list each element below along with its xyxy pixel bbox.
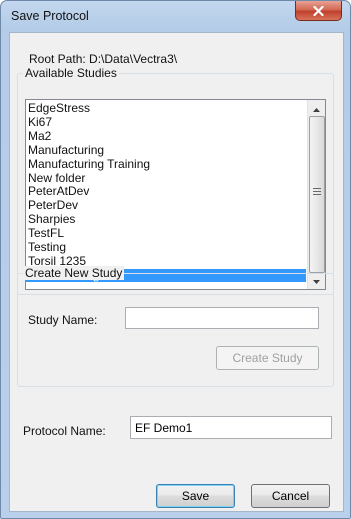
scrollbar-thumb[interactable] xyxy=(309,116,325,273)
available-studies-legend: Available Studies xyxy=(23,66,119,80)
available-studies-group: Available Studies EdgeStress Ki67 Ma2 Manuf… xyxy=(17,66,334,295)
close-button[interactable] xyxy=(295,1,342,21)
create-study-button[interactable]: Create Study xyxy=(216,346,319,370)
arrow-up-icon xyxy=(313,101,320,115)
cancel-button[interactable]: Cancel xyxy=(251,484,330,508)
list-item[interactable]: Ki67 xyxy=(26,116,306,129)
create-new-study-legend: Create New Study xyxy=(23,266,125,280)
window-title: Save Protocol xyxy=(11,9,89,23)
studies-listbox[interactable]: EdgeStress Ki67 Ma2 Manufacturing Manufactur… xyxy=(25,99,326,290)
title-bar[interactable]: Save Protocol xyxy=(1,1,350,31)
list-item[interactable]: PeterAtDev xyxy=(26,185,306,198)
list-item[interactable]: TestFL xyxy=(26,227,306,240)
list-item[interactable]: Testing xyxy=(26,241,306,254)
list-item[interactable]: Sharpies xyxy=(26,213,306,226)
list-item[interactable]: PeterDev xyxy=(26,199,306,212)
list-item[interactable]: Manufacturing xyxy=(26,144,306,157)
save-button[interactable]: Save xyxy=(156,484,235,508)
list-item[interactable]: Manufacturing Training xyxy=(26,158,306,171)
root-path-label: Root Path: xyxy=(29,52,86,66)
study-name-label: Study Name: xyxy=(28,313,98,327)
create-new-study-group: Create New Study Study Name: Create Stud… xyxy=(17,266,334,387)
list-item[interactable]: New folder xyxy=(26,172,306,185)
root-path-row: Root Path: D:\Data\Vectra3\ xyxy=(29,52,177,66)
scroll-up-button[interactable] xyxy=(309,100,324,116)
protocol-name-input[interactable] xyxy=(130,416,332,439)
save-protocol-dialog: Save Protocol Root Path: D:\Data\Vectra3… xyxy=(0,0,351,519)
close-icon xyxy=(313,5,324,16)
protocol-name-label: Protocol Name: xyxy=(23,424,106,438)
dialog-body: Root Path: D:\Data\Vectra3\ Available St… xyxy=(9,32,344,512)
root-path-value: D:\Data\Vectra3\ xyxy=(89,52,178,66)
list-item[interactable]: EdgeStress xyxy=(26,102,306,115)
study-name-input[interactable] xyxy=(125,307,319,329)
vertical-scrollbar[interactable] xyxy=(307,100,325,289)
list-item[interactable]: Ma2 xyxy=(26,130,306,143)
